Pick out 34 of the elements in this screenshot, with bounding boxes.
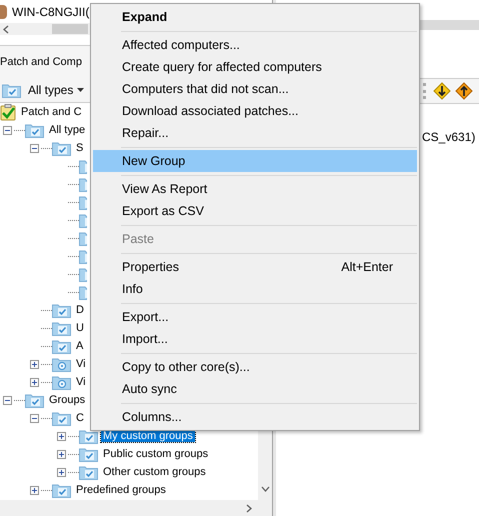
tree-item[interactable]: Patch and C	[19, 106, 84, 118]
window-title: WIN-C8NGJII(	[12, 4, 90, 18]
tree-item[interactable]: Public custom groups	[101, 448, 210, 460]
menu-item[interactable]: Export...	[93, 306, 417, 328]
tree-item[interactable]: U	[74, 322, 86, 334]
filter-dropdown[interactable]: All types	[0, 82, 86, 98]
menu-item[interactable]: Computers that did not scan...	[93, 78, 417, 100]
menu-item[interactable]: Import...	[93, 328, 417, 350]
menu-item[interactable]: Repair...	[93, 122, 417, 144]
item-text: CS_v631)	[422, 130, 476, 144]
menu-item[interactable]: Download associated patches...	[93, 100, 417, 122]
menu-item[interactable]: View As Report	[93, 178, 417, 200]
menu-item[interactable]: Create query for affected computers	[93, 56, 417, 78]
tree-item[interactable]: Predefined groups	[74, 484, 168, 496]
tree-item[interactable]: Vi	[74, 376, 88, 388]
tree-item[interactable]: My custom groups	[101, 430, 195, 442]
tree-item[interactable]: A	[74, 340, 86, 352]
menu-item[interactable]: Affected computers...	[93, 34, 417, 56]
menu-item[interactable]: Info	[93, 278, 417, 300]
menu-item[interactable]: Properties Alt+Enter	[93, 256, 417, 278]
tree-item[interactable]: D	[74, 304, 86, 316]
tree-item[interactable]: Other custom groups	[101, 466, 208, 478]
tree-item[interactable]: Vi	[74, 358, 88, 370]
tree-item[interactable]: S	[74, 142, 86, 154]
panel-title: Patch and Comp	[0, 56, 82, 68]
menu-item[interactable]: Auto sync	[93, 378, 417, 400]
menu-item[interactable]: New Group	[93, 150, 417, 172]
tree-item[interactable]: C	[74, 412, 86, 424]
tree-item[interactable]: Groups	[47, 394, 88, 406]
menu-item[interactable]: Export as CSV	[93, 200, 417, 222]
menu-item[interactable]: Columns...	[93, 406, 417, 428]
menu-item[interactable]: Copy to other core(s)...	[93, 356, 417, 378]
tree-item[interactable]: All type	[47, 124, 88, 136]
menu-item[interactable]: Expand	[93, 6, 417, 28]
